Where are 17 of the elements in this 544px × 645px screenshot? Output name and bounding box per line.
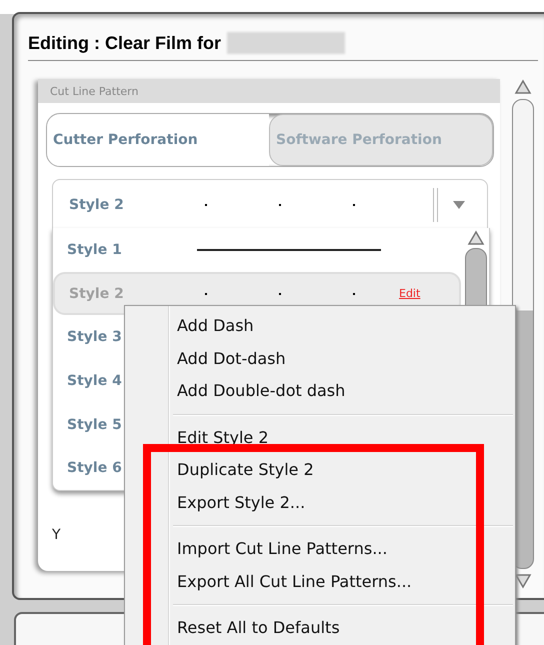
menu-item[interactable]: Reset All to Defaults [171, 612, 513, 644]
edit-link[interactable]: Edit [399, 287, 420, 300]
menu-item[interactable]: Export Style 2... [171, 486, 513, 519]
caret-icon [452, 200, 466, 210]
menu-item[interactable]: Export All Cut Line Patterns... [171, 566, 513, 598]
style-option[interactable]: Style 1 [53, 228, 465, 272]
window-title: Editing : Clear Film for [28, 32, 222, 54]
menu-item[interactable]: Add Double-dot dash [171, 375, 513, 408]
style-dropdown[interactable]: Style 2 [52, 179, 488, 231]
perforation-tab[interactable]: Cutter Perforation [47, 114, 269, 166]
menu-item[interactable]: Add Dot-dash [171, 342, 513, 375]
section-label: Cut Line Pattern [50, 84, 138, 98]
menu-item[interactable]: Duplicate Style 2 [171, 454, 513, 486]
field-label: Y [52, 527, 62, 543]
scroll-up-icon[interactable] [514, 79, 532, 95]
menu-item[interactable]: Import Cut Line Patterns... [171, 533, 513, 566]
scroll-down-icon[interactable] [514, 573, 532, 589]
